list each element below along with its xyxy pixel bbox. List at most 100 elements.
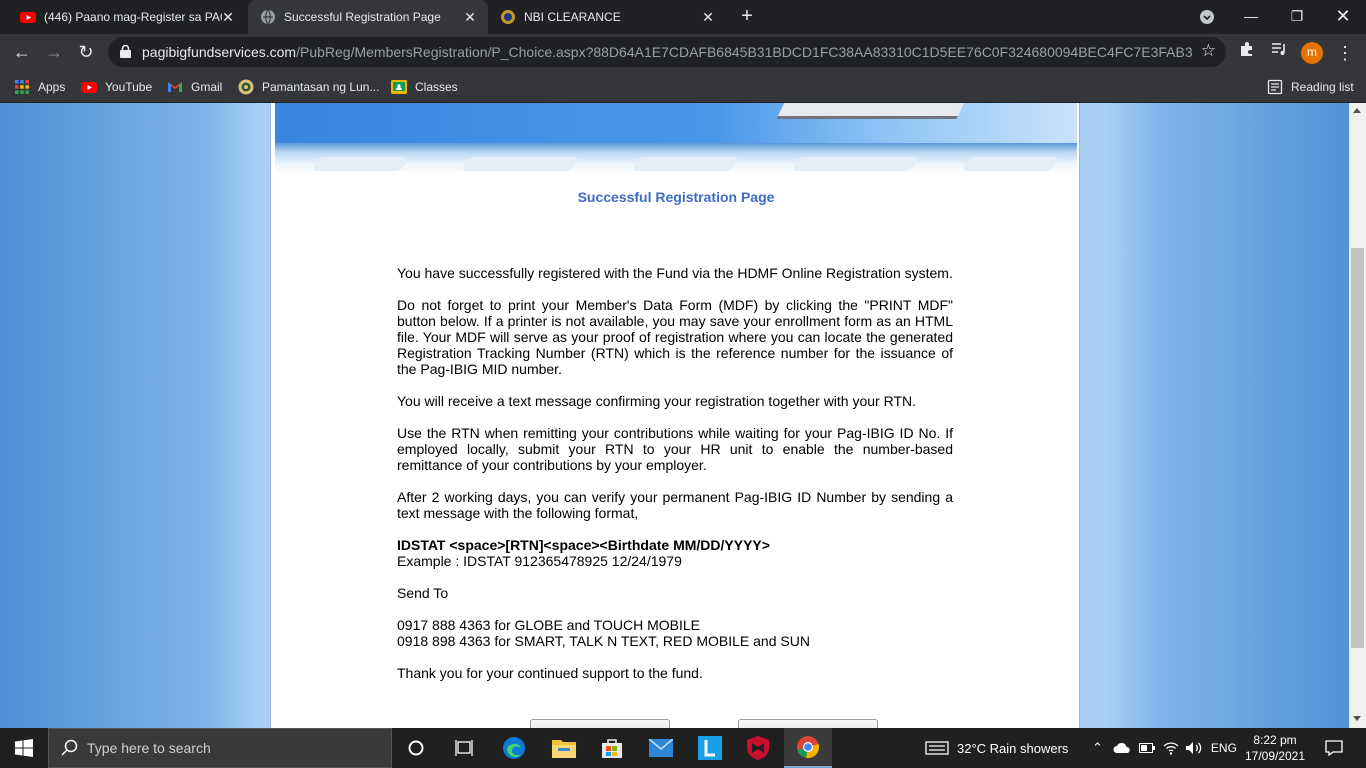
page-viewport: Successful Registration Page You have su… [0, 103, 1366, 728]
tab-search-button[interactable] [1184, 0, 1230, 34]
restore-button[interactable]: ❐ [1274, 0, 1320, 34]
tab-title: Successful Registration Page [284, 10, 441, 24]
windows-taskbar: Type here to search 32°C Rain showers ⌃ … [0, 728, 1366, 768]
taskbar-chrome[interactable] [784, 728, 832, 768]
page-scrollbar[interactable] [1349, 103, 1366, 728]
sms-example: Example : IDSTAT 912365478925 12/24/1979 [397, 553, 682, 569]
extensions-puzzle-icon[interactable] [1234, 40, 1260, 66]
tray-icons: ⌃ ENG [1092, 728, 1237, 768]
google-classroom-icon [391, 80, 407, 94]
launcher-l-icon [698, 736, 722, 760]
mcafee-shield-icon [747, 736, 769, 760]
verify-id-paragraph: After 2 working days, you can verify you… [397, 489, 953, 521]
sms-format-block: IDSTAT <space>[RTN]<space><Birthdate MM/… [397, 537, 953, 569]
task-view-button[interactable] [440, 728, 488, 768]
close-window-button[interactable]: ✕ [1320, 0, 1366, 34]
new-tab-button[interactable]: + [736, 6, 758, 28]
tab-title: (446) Paano mag-Register sa PAG [44, 10, 222, 24]
bookmark-apps[interactable]: Apps [14, 77, 65, 97]
clock-time: 8:22 pm [1253, 733, 1297, 747]
tab-nbi-clearance[interactable]: NBI CLEARANCE ✕ [490, 0, 726, 34]
secondary-action-button[interactable] [738, 719, 878, 728]
scroll-up-arrow-icon[interactable] [1353, 108, 1361, 113]
taskbar-mail[interactable] [637, 728, 685, 768]
bookmark-gmail[interactable]: Gmail [167, 77, 222, 97]
close-tab-icon[interactable]: ✕ [220, 9, 236, 25]
text-confirmation-paragraph: You will receive a text message confirmi… [397, 393, 917, 409]
task-view-icon [455, 740, 473, 756]
folder-icon [552, 740, 576, 758]
bookmark-pamantasan[interactable]: Pamantasan ng Lun... [238, 77, 379, 97]
bookmark-label: Classes [415, 80, 458, 94]
windows-logo-icon [15, 739, 33, 757]
banner-wave-strip [275, 143, 1077, 173]
apps-grid-icon [15, 80, 29, 94]
media-control-icon[interactable] [1266, 40, 1292, 66]
profile-avatar[interactable]: m [1301, 42, 1323, 64]
send-to-numbers: 0917 888 4363 for GLOBE and TOUCH MOBILE… [397, 617, 953, 649]
bookmark-label: YouTube [105, 80, 153, 94]
scroll-thumb[interactable] [1351, 248, 1364, 648]
weather-icon [925, 741, 949, 755]
taskbar-clock[interactable]: 8:22 pm 17/09/2021 [1244, 732, 1306, 764]
weather-widget[interactable]: 32°C Rain showers [925, 728, 1068, 768]
browser-toolbar: ← → ↻ pagibigfundservices.com/PubReg/Mem… [0, 34, 1366, 71]
taskbar-search-box[interactable]: Type here to search [48, 728, 392, 768]
bookmark-label: Apps [38, 80, 66, 94]
print-mdf-button[interactable] [530, 719, 670, 728]
volume-icon[interactable] [1185, 741, 1203, 755]
reading-list-icon [1267, 79, 1283, 95]
back-button[interactable]: ← [8, 38, 36, 66]
youtube-icon [81, 82, 97, 93]
weather-text: 32°C Rain showers [957, 740, 1069, 756]
reading-list-label: Reading list [1291, 80, 1354, 94]
notification-icon [1325, 740, 1343, 756]
rtn-usage-paragraph: Use the RTN when remitting your contribu… [397, 425, 953, 473]
tab-successful-registration[interactable]: Successful Registration Page ✕ [248, 0, 488, 34]
registration-message: You have successfully registered with th… [397, 265, 953, 697]
taskbar-file-explorer[interactable] [540, 728, 588, 768]
url-host: pagibigfundservices.com [142, 44, 297, 60]
success-paragraph: You have successfully registered with th… [397, 265, 953, 281]
lock-icon [120, 45, 131, 58]
battery-icon[interactable] [1138, 743, 1155, 753]
close-tab-icon[interactable]: ✕ [700, 9, 716, 25]
bookmark-star-icon[interactable]: ☆ [1201, 41, 1216, 61]
cortana-circle-icon [408, 740, 424, 756]
forward-button[interactable]: → [40, 38, 68, 66]
onedrive-cloud-icon[interactable] [1113, 742, 1131, 754]
reload-button[interactable]: ↻ [72, 38, 100, 66]
url-path: /PubReg/MembersRegistration/P_Choice.asp… [296, 44, 1192, 60]
notification-center-button[interactable] [1310, 728, 1358, 768]
chevron-up-icon[interactable]: ⌃ [1092, 740, 1103, 756]
search-icon [61, 739, 78, 756]
page-container: Successful Registration Page You have su… [270, 103, 1080, 728]
sms-format: IDSTAT <space>[RTN]<space><Birthdate MM/… [397, 537, 770, 553]
scroll-down-arrow-icon[interactable] [1353, 716, 1361, 721]
bookmark-classes[interactable]: Classes [391, 77, 458, 97]
cortana-button[interactable] [392, 728, 440, 768]
print-mdf-paragraph: Do not forget to print your Member's Dat… [397, 297, 953, 377]
globe-icon [261, 9, 275, 25]
page-title: Successful Registration Page [577, 189, 775, 205]
bookmark-youtube[interactable]: YouTube [81, 77, 152, 97]
taskbar-edge[interactable] [490, 728, 538, 768]
thank-you-text: Thank you for your continued support to … [397, 665, 703, 681]
wifi-icon[interactable] [1163, 741, 1179, 755]
taskbar-launcher-l[interactable] [686, 728, 734, 768]
language-indicator[interactable]: ENG [1211, 741, 1237, 755]
taskbar-mcafee[interactable] [734, 728, 782, 768]
taskbar-store[interactable] [588, 728, 636, 768]
start-button[interactable] [0, 728, 48, 768]
close-tab-icon[interactable]: ✕ [462, 9, 478, 25]
globe-number: 0917 888 4363 for GLOBE and TOUCH MOBILE [397, 617, 700, 633]
address-bar[interactable]: pagibigfundservices.com/PubReg/MembersRe… [108, 37, 1226, 67]
mail-envelope-icon [649, 739, 673, 757]
bookmark-label: Gmail [191, 80, 223, 94]
reading-list-button[interactable]: Reading list [1267, 77, 1354, 97]
clock-date: 17/09/2021 [1244, 749, 1306, 763]
menu-kebab-icon[interactable]: ⋮ [1332, 40, 1358, 66]
minimize-button[interactable]: — [1228, 0, 1274, 34]
tab-youtube[interactable]: (446) Paano mag-Register sa PAG ✕ [10, 0, 246, 34]
chrome-icon [797, 736, 819, 759]
